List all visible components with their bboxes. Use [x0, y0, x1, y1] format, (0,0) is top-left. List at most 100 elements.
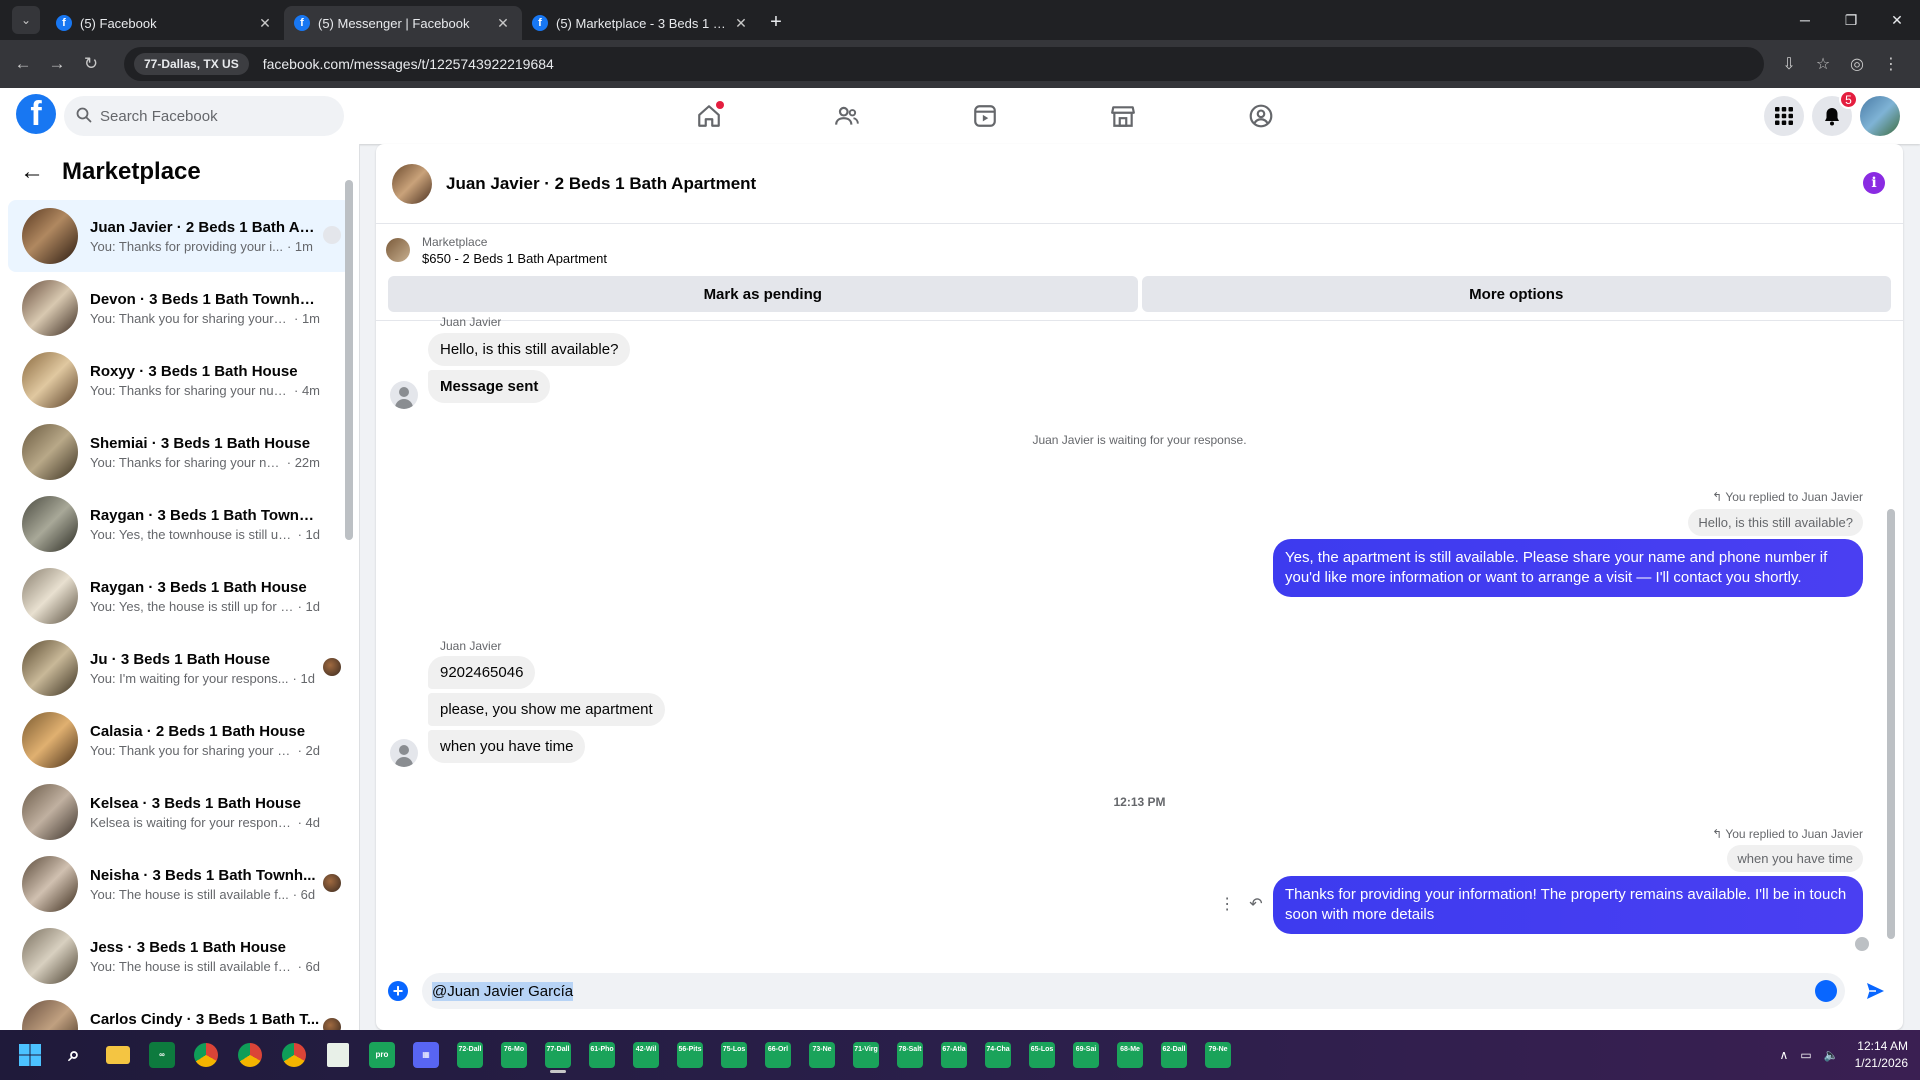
taskbar-app[interactable]: 76-Mo — [496, 1037, 532, 1073]
bookmark-star-icon[interactable]: ☆ — [1806, 54, 1840, 74]
incoming-message[interactable]: 9202465046 — [428, 656, 536, 689]
taskbar-app[interactable]: 78-Salt — [892, 1037, 928, 1073]
start-button[interactable] — [12, 1037, 48, 1073]
incoming-message[interactable]: Hello, is this still available? — [428, 333, 631, 366]
taskbar-app[interactable]: 42-Wil — [628, 1037, 664, 1073]
install-app-icon[interactable]: ⇩ — [1772, 54, 1806, 74]
taskbar-app[interactable]: 74-Cha — [980, 1037, 1016, 1073]
send-button[interactable] — [1857, 973, 1893, 1009]
notifications-button[interactable]: 5 — [1812, 90, 1858, 136]
thread-scrollbar[interactable] — [1887, 329, 1895, 945]
account-avatar[interactable] — [1860, 96, 1900, 136]
listing-avatar[interactable] — [392, 163, 432, 204]
network-icon[interactable]: ▭ — [1800, 1048, 1811, 1062]
contact-avatar[interactable] — [390, 381, 418, 409]
thread-scroll-thumb[interactable] — [1887, 509, 1895, 939]
facebook-logo-icon[interactable]: f — [16, 94, 56, 134]
add-attachment-icon[interactable]: + — [388, 981, 408, 1001]
conversation-item[interactable]: Carlos Cindy · 3 Beds 1 Bath T...You: Ye… — [8, 992, 351, 1030]
tab-search-icon[interactable]: ⌄ — [12, 6, 40, 34]
conversation-item[interactable]: Kelsea · 3 Beds 1 Bath House Kelsea is wa… — [8, 776, 351, 848]
tab-close-icon[interactable]: ✕ — [494, 15, 512, 32]
more-actions-icon[interactable]: ⋮ — [1219, 894, 1235, 914]
sidebar-scroll-thumb[interactable] — [345, 180, 353, 540]
menu-grid-button[interactable] — [1764, 96, 1804, 136]
tab-close-icon[interactable]: ✕ — [256, 15, 274, 32]
message-input[interactable]: @Juan Javier García — [422, 973, 1845, 1009]
address-bar[interactable]: 77-Dallas, TX US facebook.com/messages/t… — [124, 47, 1764, 81]
quoted-message[interactable]: when you have time — [1727, 845, 1863, 872]
quoted-message[interactable]: Hello, is this still available? — [1688, 509, 1863, 536]
info-icon[interactable]: i — [1863, 172, 1885, 194]
spreadsheet-icon[interactable] — [320, 1037, 356, 1073]
tab-close-icon[interactable]: ✕ — [732, 15, 750, 32]
search-input[interactable]: Search Facebook — [64, 96, 344, 136]
tray-overflow-icon[interactable]: ∧ — [1780, 1048, 1789, 1062]
taskbar-app[interactable]: 73-Ne — [804, 1037, 840, 1073]
incoming-message[interactable]: Message sent — [428, 370, 551, 403]
chrome-icon[interactable] — [188, 1037, 224, 1073]
file-explorer-icon[interactable] — [100, 1037, 136, 1073]
taskbar-app[interactable]: 71-Virg — [848, 1037, 884, 1073]
conversation-item[interactable]: Ju · 3 Beds 1 Bath House You: I'm waiting… — [8, 632, 351, 704]
nav-friends[interactable] — [778, 88, 916, 144]
more-options-button[interactable]: More options — [1141, 276, 1891, 312]
nav-marketplace[interactable] — [1054, 88, 1192, 144]
taskbar-app[interactable]: 65-Los — [1024, 1037, 1060, 1073]
taskbar-app[interactable]: 62-Dall — [1156, 1037, 1192, 1073]
mark-as-pending-button[interactable]: Mark as pending — [388, 276, 1138, 312]
chat-title[interactable]: Juan Javier · 2 Beds 1 Bath Apartment — [446, 174, 756, 194]
contact-avatar[interactable] — [390, 739, 418, 767]
browser-tab-messenger[interactable]: f (5) Messenger | Facebook ✕ — [284, 6, 522, 40]
conversation-item[interactable]: Juan Javier · 2 Beds 1 Bath Ap... You: Th… — [8, 200, 351, 272]
taskbar-app[interactable]: 56-Pits — [672, 1037, 708, 1073]
close-window-icon[interactable]: ✕ — [1874, 0, 1920, 40]
restore-icon[interactable]: ❐ — [1828, 0, 1874, 40]
browser-menu-icon[interactable]: ⋮ — [1874, 54, 1908, 74]
new-tab-button[interactable]: + — [760, 11, 792, 34]
taskbar-app[interactable]: 72-Dall — [452, 1037, 488, 1073]
emoji-picker-icon[interactable] — [1815, 980, 1837, 1002]
conversation-item[interactable]: Shemiai · 3 Beds 1 Bath House You: Thanks… — [8, 416, 351, 488]
sidebar-scrollbar[interactable] — [345, 164, 353, 1024]
forward-arrow-icon[interactable]: → — [42, 49, 72, 79]
nav-gaming[interactable] — [1192, 88, 1330, 144]
listing-bar[interactable]: Marketplace $650 - 2 Beds 1 Bath Apartme… — [376, 224, 1903, 276]
taskbar-app[interactable]: 77-Dall — [540, 1037, 576, 1073]
taskbar-app[interactable]: 66-Orl — [760, 1037, 796, 1073]
location-chip[interactable]: 77-Dallas, TX US — [134, 53, 249, 75]
incoming-message[interactable]: please, you show me apartment — [428, 693, 665, 726]
taskbar-app[interactable]: 79-Ne — [1200, 1037, 1236, 1073]
conversation-item[interactable]: Jess · 3 Beds 1 Bath House You: The house… — [8, 920, 351, 992]
back-arrow-icon[interactable]: ← — [8, 49, 38, 79]
app-icon[interactable]: ▦ — [408, 1037, 444, 1073]
conversation-item[interactable]: Roxyy · 3 Beds 1 Bath House You: Thanks f… — [8, 344, 351, 416]
taskbar-app[interactable]: 61-Pho — [584, 1037, 620, 1073]
url-text[interactable]: facebook.com/messages/t/1225743922219684 — [263, 56, 554, 72]
reload-icon[interactable]: ↻ — [76, 49, 106, 79]
reply-icon[interactable]: ↶ — [1249, 894, 1262, 914]
taskbar-app[interactable]: 68-Me — [1112, 1037, 1148, 1073]
chrome-icon[interactable] — [276, 1037, 312, 1073]
taskbar-search-icon[interactable]: ⌕ — [56, 1037, 92, 1073]
taskbar-app[interactable]: 67-Atla — [936, 1037, 972, 1073]
incoming-message[interactable]: when you have time — [428, 730, 586, 763]
profile-icon[interactable]: ◎ — [1840, 54, 1874, 74]
outgoing-message[interactable]: Yes, the apartment is still available. P… — [1273, 539, 1863, 597]
app-icon[interactable]: pro — [364, 1037, 400, 1073]
system-clock[interactable]: 12:14 AM 1/21/2026 — [1855, 1038, 1908, 1072]
back-arrow-icon[interactable]: ← — [20, 158, 44, 186]
conversation-item[interactable]: Raygan · 3 Beds 1 Bath Townhou... You: Ye… — [8, 488, 351, 560]
conversation-item[interactable]: Raygan · 3 Beds 1 Bath House You: Yes, th… — [8, 560, 351, 632]
conversation-item[interactable]: Devon · 3 Beds 1 Bath Townhouse You: Than… — [8, 272, 351, 344]
minimize-icon[interactable]: ─ — [1782, 0, 1828, 40]
taskbar-app[interactable]: 69-Sai — [1068, 1037, 1104, 1073]
chrome-icon[interactable] — [232, 1037, 268, 1073]
browser-tab-marketplace[interactable]: f (5) Marketplace - 3 Beds 1 Bath ✕ — [522, 6, 760, 40]
taskbar-app[interactable]: 75-Los — [716, 1037, 752, 1073]
conversation-item[interactable]: Neisha · 3 Beds 1 Bath Townh... You: The … — [8, 848, 351, 920]
nav-video[interactable] — [916, 88, 1054, 144]
browser-tab-facebook[interactable]: f (5) Facebook ✕ — [46, 6, 284, 40]
app-icon[interactable]: ∞ — [144, 1037, 180, 1073]
conversation-item[interactable]: Calasia · 2 Beds 1 Bath House You: Thank … — [8, 704, 351, 776]
